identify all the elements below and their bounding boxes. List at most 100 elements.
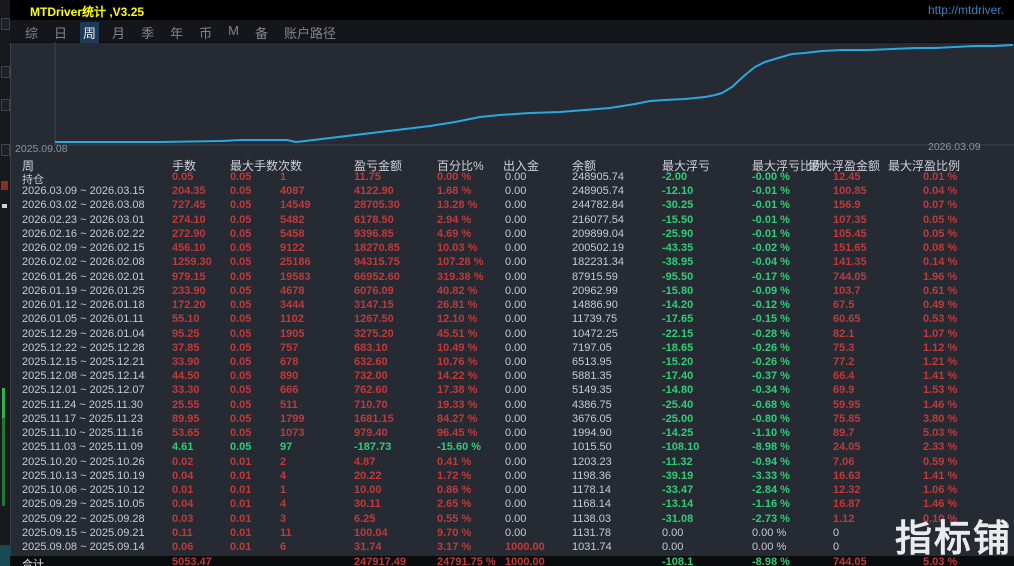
menu-item-1[interactable]: 日 bbox=[51, 22, 70, 43]
value-cell: 9396.85 bbox=[354, 228, 394, 240]
value-cell: 0.00 bbox=[505, 413, 526, 425]
table-row[interactable]: 2025.09.08 ~ 2025.09.140.060.01631.743.1… bbox=[10, 541, 1014, 555]
value-cell: 0.00 bbox=[662, 541, 683, 553]
table-row[interactable]: 2026.01.05 ~ 2026.01.1155.100.0511021267… bbox=[10, 313, 1014, 327]
period-cell: 2025.10.06 ~ 2025.10.12 bbox=[22, 484, 145, 496]
value-cell: 4.61 bbox=[172, 441, 193, 453]
app-url-link[interactable]: http://mtdriver. bbox=[928, 3, 1004, 17]
table-row[interactable]: 2026.02.16 ~ 2026.02.22272.900.055458939… bbox=[10, 228, 1014, 242]
value-cell: 0.05 bbox=[230, 185, 251, 197]
value-cell: 9122 bbox=[280, 242, 304, 254]
value-cell: 24791.75 % bbox=[437, 556, 496, 566]
value-cell: 172.20 bbox=[172, 299, 206, 311]
table-row[interactable]: 2026.02.02 ~ 2026.02.081259.300.05251869… bbox=[10, 256, 1014, 270]
menu-item-0[interactable]: 综 bbox=[22, 22, 41, 43]
table-row[interactable]: 2026.01.19 ~ 2026.01.25233.900.054678607… bbox=[10, 285, 1014, 299]
value-cell: -8.98 % bbox=[752, 556, 790, 566]
value-cell: 151.65 bbox=[833, 242, 867, 254]
value-cell: 26.81 % bbox=[437, 299, 477, 311]
value-cell: 0.14 % bbox=[923, 256, 957, 268]
value-cell: 1994.90 bbox=[572, 427, 612, 439]
table-row[interactable]: 2025.12.01 ~ 2025.12.0733.300.05666762.6… bbox=[10, 384, 1014, 398]
value-cell: 14886.90 bbox=[572, 299, 618, 311]
value-cell: 678 bbox=[280, 356, 298, 368]
value-cell: 0.00 bbox=[505, 256, 526, 268]
table-row[interactable]: 2025.12.29 ~ 2026.01.0495.250.0519053275… bbox=[10, 328, 1014, 342]
value-cell: 82.1 bbox=[833, 328, 854, 340]
table-row[interactable]: 2025.11.24 ~ 2025.11.3025.550.05511710.7… bbox=[10, 399, 1014, 413]
table-row[interactable]: 2025.09.15 ~ 2025.09.210.110.0111100.049… bbox=[10, 527, 1014, 541]
period-cell: 2025.12.15 ~ 2025.12.21 bbox=[22, 356, 145, 368]
value-cell: 100.04 bbox=[354, 527, 388, 539]
table-row[interactable]: 2025.11.17 ~ 2025.11.2389.950.0517991681… bbox=[10, 413, 1014, 427]
value-cell: 0.05 bbox=[230, 413, 251, 425]
table-row[interactable]: 2025.11.03 ~ 2025.11.094.610.0597-187.73… bbox=[10, 441, 1014, 455]
value-cell: -0.02 % bbox=[752, 242, 790, 254]
period-cell: 2026.02.02 ~ 2026.02.08 bbox=[22, 256, 145, 268]
value-cell: 20.22 bbox=[354, 470, 382, 482]
menu-item-4[interactable]: 季 bbox=[138, 22, 157, 43]
menu-item-3[interactable]: 月 bbox=[109, 22, 128, 43]
total-row[interactable]: 合计5053.47247917.4924791.75 %1000.00-108.… bbox=[10, 556, 1014, 566]
value-cell: 0.01 bbox=[230, 456, 251, 468]
value-cell: 727.45 bbox=[172, 199, 206, 211]
table-row[interactable]: 2025.09.22 ~ 2025.09.280.030.0136.250.55… bbox=[10, 513, 1014, 527]
value-cell: 0.05 bbox=[230, 384, 251, 396]
value-cell: 3444 bbox=[280, 299, 304, 311]
table-row[interactable]: 2025.12.08 ~ 2025.12.1444.500.05890732.0… bbox=[10, 370, 1014, 384]
table-row[interactable]: 持仓0.050.05111.750.00 %0.00248905.74-2.00… bbox=[10, 171, 1014, 185]
value-cell: 209899.04 bbox=[572, 228, 624, 240]
menu-item-2[interactable]: 周 bbox=[80, 22, 99, 43]
value-cell: -30.25 bbox=[662, 199, 693, 211]
table-row[interactable]: 2025.09.29 ~ 2025.10.050.040.01430.112.6… bbox=[10, 498, 1014, 512]
menu-item-8[interactable]: 备 bbox=[252, 22, 271, 43]
menu-item-9[interactable]: 账户 bbox=[281, 22, 313, 43]
value-cell: 14549 bbox=[280, 199, 311, 211]
app-window: MTDriver统计 ,V3.25 http://mtdriver. 综日周月季… bbox=[0, 0, 1014, 566]
value-cell: 105.45 bbox=[833, 228, 867, 240]
edge-button-icon bbox=[1, 99, 10, 111]
menu-item-6[interactable]: 币 bbox=[196, 22, 215, 43]
value-cell: 0.04 % bbox=[923, 185, 957, 197]
value-cell: 7.06 bbox=[833, 456, 854, 468]
value-cell: 14.22 % bbox=[437, 370, 477, 382]
table-row[interactable]: 2026.03.02 ~ 2026.03.08727.450.051454928… bbox=[10, 199, 1014, 213]
value-cell: 69.9 bbox=[833, 384, 854, 396]
value-cell: 683.10 bbox=[354, 342, 388, 354]
table-row[interactable]: 2026.02.23 ~ 2026.03.01274.100.055482617… bbox=[10, 214, 1014, 228]
table-row[interactable]: 2025.10.20 ~ 2025.10.260.020.0124.870.41… bbox=[10, 456, 1014, 470]
table-row[interactable]: 2025.11.10 ~ 2025.11.1653.650.051073979.… bbox=[10, 427, 1014, 441]
table-row[interactable]: 2025.10.13 ~ 2025.10.190.040.01420.221.7… bbox=[10, 470, 1014, 484]
table-row[interactable]: 2026.01.12 ~ 2026.01.18172.200.053444314… bbox=[10, 299, 1014, 313]
table-row[interactable]: 2025.10.06 ~ 2025.10.120.010.01110.000.8… bbox=[10, 484, 1014, 498]
table-row[interactable]: 2025.12.15 ~ 2025.12.2133.900.05678632.6… bbox=[10, 356, 1014, 370]
value-cell: 1168.14 bbox=[572, 498, 611, 510]
value-cell: 97 bbox=[280, 441, 292, 453]
value-cell: 0.00 bbox=[505, 299, 526, 311]
value-cell: 24.05 bbox=[833, 441, 861, 453]
value-cell: 0.11 bbox=[172, 527, 193, 539]
table-row[interactable]: 2026.01.26 ~ 2026.02.01979.150.051958366… bbox=[10, 271, 1014, 285]
value-cell: -0.26 % bbox=[752, 356, 790, 368]
value-cell: 0.05 bbox=[230, 214, 251, 226]
value-cell: 0.00 bbox=[505, 199, 526, 211]
period-cell: 合计 bbox=[22, 556, 44, 566]
value-cell: 66952.60 bbox=[354, 271, 400, 283]
path-button[interactable]: 路径 bbox=[310, 23, 336, 42]
table-row[interactable]: 2025.12.22 ~ 2025.12.2837.850.05757683.1… bbox=[10, 342, 1014, 356]
value-cell: 0.00 bbox=[505, 271, 526, 283]
menu-item-5[interactable]: 年 bbox=[167, 22, 186, 43]
table-row[interactable]: 2026.03.09 ~ 2026.03.15204.350.054087412… bbox=[10, 185, 1014, 199]
value-cell: 2.94 % bbox=[437, 214, 471, 226]
value-cell: 12.45 bbox=[833, 171, 861, 183]
value-cell: 89.95 bbox=[172, 413, 200, 425]
value-cell: 55.10 bbox=[172, 313, 200, 325]
value-cell: 0.41 % bbox=[437, 456, 471, 468]
value-cell: -0.37 % bbox=[752, 370, 790, 382]
table-row[interactable]: 2026.02.09 ~ 2026.02.15456.100.059122182… bbox=[10, 242, 1014, 256]
value-cell: 0.05 bbox=[230, 199, 251, 211]
period-cell: 2025.10.13 ~ 2025.10.19 bbox=[22, 470, 145, 482]
menu-item-7[interactable]: M bbox=[225, 22, 242, 43]
value-cell: 0.05 bbox=[230, 427, 251, 439]
value-cell: -2.00 bbox=[662, 171, 687, 183]
